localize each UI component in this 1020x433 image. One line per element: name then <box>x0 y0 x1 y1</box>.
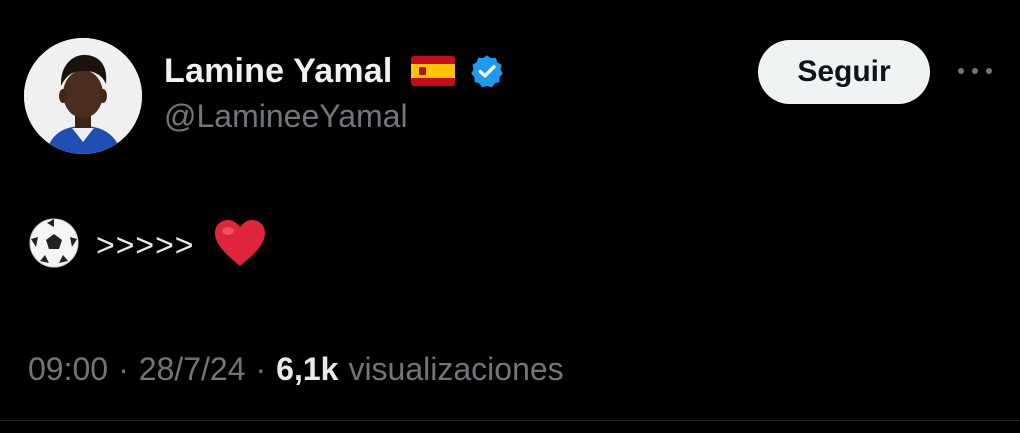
avatar[interactable] <box>24 38 142 154</box>
tweet-text: >>>>> <box>96 226 195 263</box>
tweet-card: Lamine Yamal @LamineeYamal Seguir >>>>> … <box>0 0 1020 433</box>
meta-separator: · <box>118 350 129 387</box>
tweet-date[interactable]: 28/7/24 <box>139 351 246 388</box>
soccer-ball-emoji-icon <box>28 217 80 273</box>
red-heart-emoji-icon <box>212 218 268 272</box>
views-label[interactable]: visualizaciones <box>348 351 563 388</box>
profile-photo-icon <box>24 38 142 154</box>
follow-button[interactable]: Seguir <box>758 40 930 104</box>
verified-badge-icon[interactable] <box>469 53 505 89</box>
more-options-icon[interactable] <box>952 56 998 86</box>
display-name[interactable]: Lamine Yamal <box>164 52 393 91</box>
tweet-time[interactable]: 09:00 <box>28 351 108 388</box>
tweet-body: >>>>> <box>28 214 268 276</box>
author-name-row: Lamine Yamal <box>164 48 505 94</box>
views-count[interactable]: 6,1k <box>276 351 338 388</box>
tweet-meta: 09:00 · 28/7/24 · 6,1k visualizaciones <box>28 346 564 392</box>
spain-flag-icon <box>410 56 455 86</box>
meta-separator: · <box>255 350 267 387</box>
divider <box>0 420 1020 421</box>
user-handle[interactable]: @LamineeYamal <box>164 98 408 135</box>
